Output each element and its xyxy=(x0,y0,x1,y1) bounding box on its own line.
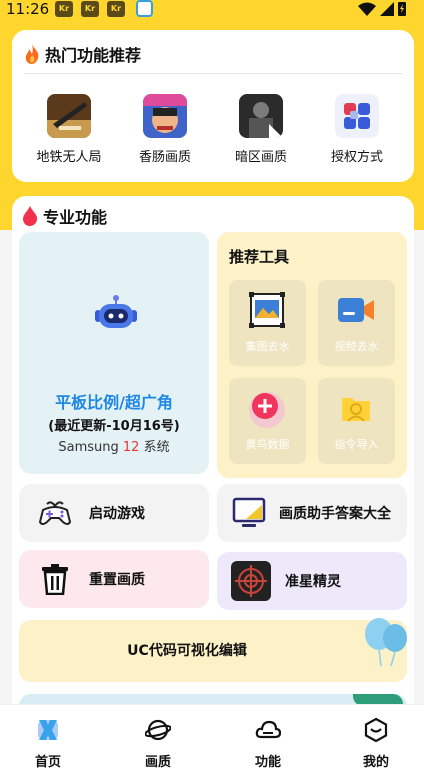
sausage-game-icon xyxy=(143,94,187,138)
pro-features-card: 专业功能 平板比例/超广角 (最近更新-10月16号) Samsung 12 系… xyxy=(12,196,414,724)
uc-editor-button[interactable]: UC代码可视化编辑 xyxy=(19,618,407,682)
tool-label: 指令导入 xyxy=(334,438,379,451)
tablet-ratio-card[interactable]: 平板比例/超广角 (最近更新-10月16号) Samsung 12 系统 xyxy=(19,232,209,474)
home-icon xyxy=(38,720,58,740)
bottom-nav: 首页 画质 功能 我的 xyxy=(0,704,424,768)
tablet-ratio-update: (最近更新-10月16号) xyxy=(48,419,180,434)
folder-icon xyxy=(342,398,370,422)
reset-quality-button[interactable]: 重置画质 xyxy=(19,550,209,608)
tool-command-import[interactable]: 指令导入 xyxy=(318,378,395,464)
crosshair-icon xyxy=(231,561,271,601)
planet-icon xyxy=(144,719,172,741)
hot-features-header: 热门功能推荐 xyxy=(24,42,141,66)
tool-image-watermark[interactable]: 集图去水 xyxy=(229,280,306,366)
cloud-icon xyxy=(255,720,282,739)
start-game-button[interactable]: 启动游戏 xyxy=(19,484,209,542)
battery-icon xyxy=(398,2,406,16)
system-brand: Samsung xyxy=(58,440,119,455)
hot-item-dark-zone[interactable]: 暗区画质 xyxy=(216,94,306,165)
pro-features-header: 专业功能 xyxy=(22,204,107,228)
flame-icon xyxy=(25,44,39,64)
tool-label: 黄鸟数据 xyxy=(245,438,290,451)
hot-item-label: 香肠画质 xyxy=(138,150,191,165)
hot-item-label: 授权方式 xyxy=(330,150,383,165)
nav-label: 功能 xyxy=(254,755,281,768)
trash-icon xyxy=(35,559,75,599)
recommended-tools-title: 推荐工具 xyxy=(229,248,290,266)
hot-item-metro[interactable]: 地铁无人局 xyxy=(24,94,114,165)
hot-item-authorize[interactable]: 授权方式 xyxy=(312,94,402,165)
status-indicators xyxy=(358,1,406,16)
status-notification-icon: Kr xyxy=(55,1,73,17)
tablet-ratio-title: 平板比例/超广角 xyxy=(55,393,173,412)
profile-hexagon-icon xyxy=(364,717,388,743)
nav-features[interactable]: 功能 xyxy=(238,717,298,768)
hot-item-sausage[interactable]: 香肠画质 xyxy=(120,94,210,165)
hot-item-label: 暗区画质 xyxy=(234,150,287,165)
nav-label: 画质 xyxy=(144,755,171,768)
hot-features-title: 热门功能推荐 xyxy=(45,46,142,65)
hot-item-label: 地铁无人局 xyxy=(36,150,102,165)
fire-drop-icon xyxy=(23,206,38,226)
crosshair-button[interactable]: 准星精灵 xyxy=(217,552,407,610)
plus-circle-icon xyxy=(249,392,285,428)
pro-features-title: 专业功能 xyxy=(43,208,108,227)
system-suffix: 系统 xyxy=(143,440,170,455)
dark-zone-game-icon xyxy=(239,94,283,138)
tool-video-watermark[interactable]: 视频去水 xyxy=(318,280,395,366)
nav-home[interactable]: 首页 xyxy=(18,717,78,768)
nav-label: 我的 xyxy=(362,755,389,768)
balloons-icon xyxy=(365,618,407,667)
quality-answers-label: 画质助手答案大全 xyxy=(279,506,391,522)
reset-quality-label: 重置画质 xyxy=(89,572,145,588)
nav-label: 首页 xyxy=(34,755,61,768)
tool-label: 视频去水 xyxy=(334,340,379,353)
gamepad-icon xyxy=(35,493,75,533)
authorize-icon xyxy=(335,94,379,138)
crosshair-label: 准星精灵 xyxy=(285,574,341,590)
tool-label: 集图去水 xyxy=(245,340,290,353)
hot-features-card: 热门功能推荐 地铁无人局 香肠画质 暗区画质 授权方式 xyxy=(12,30,414,182)
tablet-ratio-system: Samsung 12 系统 xyxy=(19,436,209,455)
uc-editor-label: UC代码可视化编辑 xyxy=(127,643,247,659)
start-game-label: 启动游戏 xyxy=(89,506,145,522)
video-camera-icon xyxy=(338,298,374,322)
nav-mine[interactable]: 我的 xyxy=(346,717,406,768)
tool-yellowbird-data[interactable]: 黄鸟数据 xyxy=(229,378,306,464)
recommended-tools-panel: 推荐工具 集图去水 视频去水 黄鸟数据 指令导入 xyxy=(217,232,407,478)
monitor-icon xyxy=(229,493,269,533)
status-app-icon xyxy=(136,0,153,17)
divider xyxy=(24,73,402,74)
quality-answers-button[interactable]: 画质助手答案大全 xyxy=(217,484,407,542)
nav-quality[interactable]: 画质 xyxy=(128,717,188,768)
system-version: 12 xyxy=(122,440,140,455)
status-time: 11:26 xyxy=(6,0,50,18)
metro-game-icon xyxy=(47,94,91,138)
status-notification-icon: Kr xyxy=(107,1,125,17)
wifi-icon xyxy=(358,2,376,16)
status-bar: 11:26 Kr Kr Kr xyxy=(0,0,424,20)
image-frame-icon xyxy=(249,292,285,328)
signal-icon xyxy=(380,1,394,16)
robot-icon xyxy=(95,295,137,328)
status-notification-icon: Kr xyxy=(81,1,99,17)
